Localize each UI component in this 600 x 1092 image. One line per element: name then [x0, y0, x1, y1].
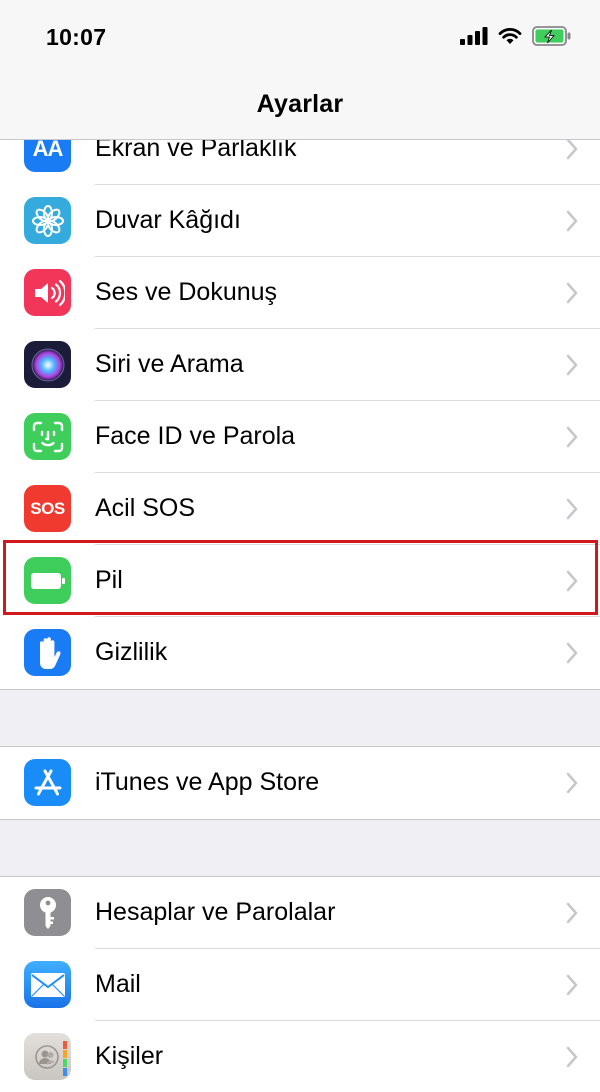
sound-speaker-icon: [24, 269, 71, 316]
settings-row-label: Duvar Kâğıdı: [95, 206, 241, 234]
chevron-right-icon: [566, 210, 578, 232]
status-icons: [460, 26, 572, 46]
status-bar: 10:07: [0, 0, 600, 80]
cellular-signal-icon: [460, 27, 488, 45]
settings-row-wallpaper[interactable]: Duvar Kâğıdı: [0, 185, 600, 257]
settings-row-label: Kişiler: [95, 1042, 164, 1070]
settings-row-itunes-app-store[interactable]: iTunes ve App Store: [0, 747, 600, 819]
chevron-right-icon: [566, 772, 578, 794]
settings-row-label: Pil: [95, 566, 123, 594]
sos-icon: SOS: [24, 485, 71, 532]
chevron-right-icon: [566, 902, 578, 924]
settings-row-label: Acil SOS: [95, 494, 196, 522]
settings-group-accounts: Hesaplar ve Parolalar Mail Kişiler: [0, 876, 600, 1092]
settings-row-face-id[interactable]: Face ID ve Parola: [0, 401, 600, 473]
siri-icon: [24, 341, 71, 388]
settings-row-sounds-haptics[interactable]: Ses ve Dokunuş: [0, 257, 600, 329]
face-id-icon: [24, 413, 71, 460]
settings-row-label: Mail: [95, 970, 141, 998]
settings-row-mail[interactable]: Mail: [0, 949, 600, 1021]
settings-group-store: iTunes ve App Store: [0, 746, 600, 820]
chevron-right-icon: [566, 138, 578, 160]
settings-row-label: iTunes ve App Store: [95, 768, 320, 796]
settings-row-label: Siri ve Arama: [95, 350, 244, 378]
settings-group-device: AA Ekran ve Parlaklık Duvar Kâğıdı Ses v…: [0, 112, 600, 690]
settings-row-emergency-sos[interactable]: SOS Acil SOS: [0, 473, 600, 545]
chevron-right-icon: [566, 498, 578, 520]
settings-row-label: Hesaplar ve Parolalar: [95, 898, 336, 926]
settings-row-contacts[interactable]: Kişiler: [0, 1021, 600, 1092]
contacts-icon: [24, 1033, 71, 1080]
wallpaper-flower-icon: [24, 197, 71, 244]
settings-row-privacy[interactable]: Gizlilik: [0, 617, 600, 689]
chevron-right-icon: [566, 974, 578, 996]
navigation-bar: Ayarlar: [0, 80, 600, 140]
settings-row-siri-search[interactable]: Siri ve Arama: [0, 329, 600, 401]
chevron-right-icon: [566, 354, 578, 376]
settings-row-label: Face ID ve Parola: [95, 422, 296, 450]
privacy-hand-icon: [24, 629, 71, 676]
chevron-right-icon: [566, 282, 578, 304]
app-store-icon: [24, 759, 71, 806]
battery-icon: [24, 557, 71, 604]
key-icon: [24, 889, 71, 936]
settings-row-label: Ses ve Dokunuş: [95, 278, 278, 306]
wifi-icon: [498, 28, 522, 44]
mail-icon: [24, 961, 71, 1008]
battery-charging-icon: [532, 26, 571, 46]
chevron-right-icon: [566, 570, 578, 592]
status-time: 10:07: [46, 24, 107, 50]
settings-row-accounts-passwords[interactable]: Hesaplar ve Parolalar: [0, 877, 600, 949]
page-title: Ayarlar: [256, 90, 344, 118]
settings-row-label: Gizlilik: [95, 638, 168, 666]
chevron-right-icon: [566, 1046, 578, 1068]
chevron-right-icon: [566, 642, 578, 664]
chevron-right-icon: [566, 426, 578, 448]
settings-row-battery[interactable]: Pil: [0, 545, 600, 617]
settings-list[interactable]: AA Ekran ve Parlaklık Duvar Kâğıdı Ses v…: [0, 112, 600, 1092]
